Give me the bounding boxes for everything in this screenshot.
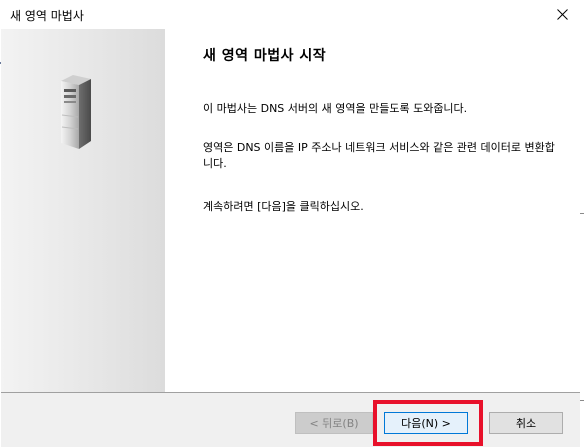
wizard-content: 새 영역 마법사 시작 이 마법사는 DNS 서버의 새 영역을 만들도록 도와… [165, 29, 580, 393]
title-bar: 새 영역 마법사 [0, 0, 580, 29]
window-right-edge [580, 0, 584, 447]
back-button[interactable]: < 뒤로(B) [295, 412, 373, 434]
intro-paragraph: 이 마법사는 DNS 서버의 새 영역을 만들도록 도와줍니다. [203, 102, 468, 115]
zone-description-paragraph: 영역은 DNS 이름을 IP 주소나 네트워크 서비스와 같은 관련 데이터로 … [203, 141, 555, 170]
wizard-footer: < 뒤로(B) 다음(N) > 취소 [1, 393, 580, 447]
server-icon [61, 75, 91, 149]
continue-instruction: 계속하려면 [다음]을 클릭하십시오. [203, 200, 364, 213]
next-button[interactable]: 다음(N) > [384, 412, 468, 434]
cancel-button[interactable]: 취소 [489, 412, 563, 434]
close-icon [556, 9, 568, 20]
wizard-sidebar [1, 29, 165, 393]
new-zone-wizard-window: 새 영역 마법사 새 영역 마법사 시작 이 마법사는 DNS 서버의 새 영역… [0, 0, 584, 447]
window-title: 새 영역 마법사 [10, 9, 84, 23]
close-button[interactable] [544, 0, 580, 29]
wizard-heading: 새 영역 마법사 시작 [203, 48, 327, 64]
